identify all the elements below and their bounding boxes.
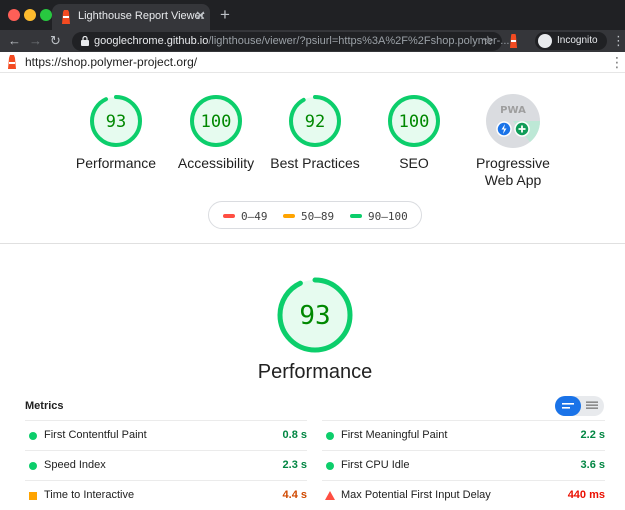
report-menu-icon[interactable]: ⋮ bbox=[610, 53, 624, 71]
metric-name: Speed Index bbox=[44, 459, 106, 471]
reload-icon[interactable]: ↻ bbox=[50, 32, 61, 50]
score-gauge: 93 bbox=[90, 95, 142, 147]
gauge-score: 92 bbox=[305, 112, 325, 132]
back-arrow-icon[interactable]: ← bbox=[8, 32, 21, 50]
browser-tab[interactable]: Lighthouse Report Viewer ✕ bbox=[52, 4, 210, 30]
browser-menu-icon[interactable]: ⋮ bbox=[612, 33, 625, 49]
tab-title: Lighthouse Report Viewer bbox=[78, 10, 205, 22]
url-path: /lighthouse/viewer/?psiurl=https%3A%2F%2… bbox=[208, 35, 510, 47]
legend-fail-swatch bbox=[223, 214, 235, 218]
gauge-score: 100 bbox=[399, 112, 430, 132]
gauge-score: 100 bbox=[201, 112, 232, 132]
performance-title: Performance bbox=[257, 361, 373, 383]
browser-toolbar: ← → ↻ googlechrome.github.io/lighthouse/… bbox=[0, 30, 625, 52]
window-zoom-button[interactable] bbox=[40, 9, 52, 21]
bookmark-star-icon[interactable]: ☆ bbox=[482, 33, 494, 49]
gauge-pwa[interactable]: PWA Progressive Web App bbox=[463, 94, 563, 189]
metric-value: 2.3 s bbox=[282, 459, 307, 471]
gauge-label: Best Practices bbox=[270, 155, 360, 171]
incognito-icon bbox=[538, 34, 552, 48]
expanded-view-icon[interactable] bbox=[586, 401, 598, 411]
metric-first-cpu-idle[interactable]: First CPU Idle 3.6 s bbox=[322, 450, 605, 480]
pwa-badge-icon: PWA bbox=[486, 94, 540, 148]
metric-name: Time to Interactive bbox=[44, 489, 135, 501]
address-url: googlechrome.github.io/lighthouse/viewer… bbox=[94, 35, 509, 47]
gauge-score: 93 bbox=[106, 112, 126, 132]
score-gauge: 92 bbox=[289, 95, 341, 147]
score-gauge: 100 bbox=[388, 95, 440, 147]
metric-name: First Meaningful Paint bbox=[341, 429, 448, 441]
address-bar[interactable]: googlechrome.github.io/lighthouse/viewer… bbox=[72, 32, 509, 51]
metric-value: 2.2 s bbox=[580, 429, 605, 441]
gauge-seo[interactable]: 100 SEO bbox=[364, 94, 464, 172]
metric-value: 440 ms bbox=[567, 489, 605, 501]
legend-average-swatch bbox=[283, 214, 295, 218]
metrics-view-toggle[interactable] bbox=[555, 396, 604, 416]
report-top-bar: https://shop.polymer-project.org/ ⋮ bbox=[0, 52, 625, 73]
pwa-badge-text: PWA bbox=[500, 105, 526, 116]
metric-first-meaningful-paint[interactable]: First Meaningful Paint 2.2 s bbox=[322, 420, 605, 450]
report-url[interactable]: https://shop.polymer-project.org/ bbox=[25, 55, 197, 69]
incognito-indicator[interactable]: Incognito bbox=[535, 32, 607, 50]
window-close-button[interactable] bbox=[8, 9, 20, 21]
score-gauge: 100 bbox=[190, 95, 242, 147]
pass-indicator-icon bbox=[29, 432, 37, 440]
legend-pass-range: 90–100 bbox=[368, 210, 408, 223]
metrics-heading: Metrics bbox=[25, 400, 64, 412]
lighthouse-favicon-icon bbox=[62, 10, 70, 24]
performance-score-gauge: 93 bbox=[277, 277, 353, 353]
forward-arrow-icon[interactable]: → bbox=[29, 32, 42, 50]
section-divider bbox=[0, 243, 625, 244]
gauge-label: Accessibility bbox=[177, 155, 255, 171]
metric-value: 4.4 s bbox=[282, 489, 307, 501]
metric-name: First CPU Idle bbox=[341, 459, 410, 471]
metric-speed-index[interactable]: Speed Index 2.3 s bbox=[25, 450, 307, 480]
pwa-label-line1: Progressive bbox=[476, 155, 550, 171]
tab-close-icon[interactable]: ✕ bbox=[195, 8, 206, 24]
metric-time-to-interactive[interactable]: Time to Interactive 4.4 s bbox=[25, 480, 307, 510]
score-legend: 0–49 50–89 90–100 bbox=[208, 201, 422, 229]
browser-tab-bar: Lighthouse Report Viewer ✕ + bbox=[0, 0, 625, 30]
gauge-best-practices[interactable]: 92 Best Practices bbox=[265, 94, 365, 172]
gauge-performance[interactable]: 93 Performance bbox=[66, 94, 166, 172]
lock-icon bbox=[81, 36, 89, 46]
pass-indicator-icon bbox=[326, 462, 334, 470]
legend-average-range: 50–89 bbox=[301, 210, 335, 223]
url-host: googlechrome.github.io bbox=[94, 35, 209, 47]
metric-first-contentful-paint[interactable]: First Contentful Paint 0.8 s bbox=[25, 420, 307, 450]
toggle-compact-view[interactable] bbox=[555, 396, 581, 416]
metric-name: Max Potential First Input Delay bbox=[341, 489, 491, 501]
pass-indicator-icon bbox=[326, 432, 334, 440]
gauge-label: Performance bbox=[75, 155, 157, 171]
average-indicator-icon bbox=[29, 492, 37, 500]
window-minimize-button[interactable] bbox=[24, 9, 36, 21]
fail-indicator-icon bbox=[325, 491, 335, 500]
legend-pass-swatch bbox=[350, 214, 362, 218]
gauge-label: Progressive Web App bbox=[463, 155, 563, 189]
pwa-label-line2: Web App bbox=[484, 172, 542, 188]
metric-max-potential-fid[interactable]: Max Potential First Input Delay 440 ms bbox=[322, 480, 605, 510]
performance-score: 93 bbox=[299, 301, 330, 331]
metric-value: 0.8 s bbox=[282, 429, 307, 441]
gauge-label: SEO bbox=[399, 155, 429, 171]
gauge-accessibility[interactable]: 100 Accessibility bbox=[166, 94, 266, 172]
lighthouse-logo-icon bbox=[8, 55, 16, 69]
lighthouse-extension-icon[interactable] bbox=[508, 34, 519, 48]
legend-fail-range: 0–49 bbox=[241, 210, 268, 223]
metric-value: 3.6 s bbox=[580, 459, 605, 471]
incognito-label: Incognito bbox=[557, 35, 598, 46]
new-tab-button[interactable]: + bbox=[220, 5, 230, 25]
compact-view-icon bbox=[562, 403, 574, 409]
pass-indicator-icon bbox=[29, 462, 37, 470]
metric-name: First Contentful Paint bbox=[44, 429, 147, 441]
